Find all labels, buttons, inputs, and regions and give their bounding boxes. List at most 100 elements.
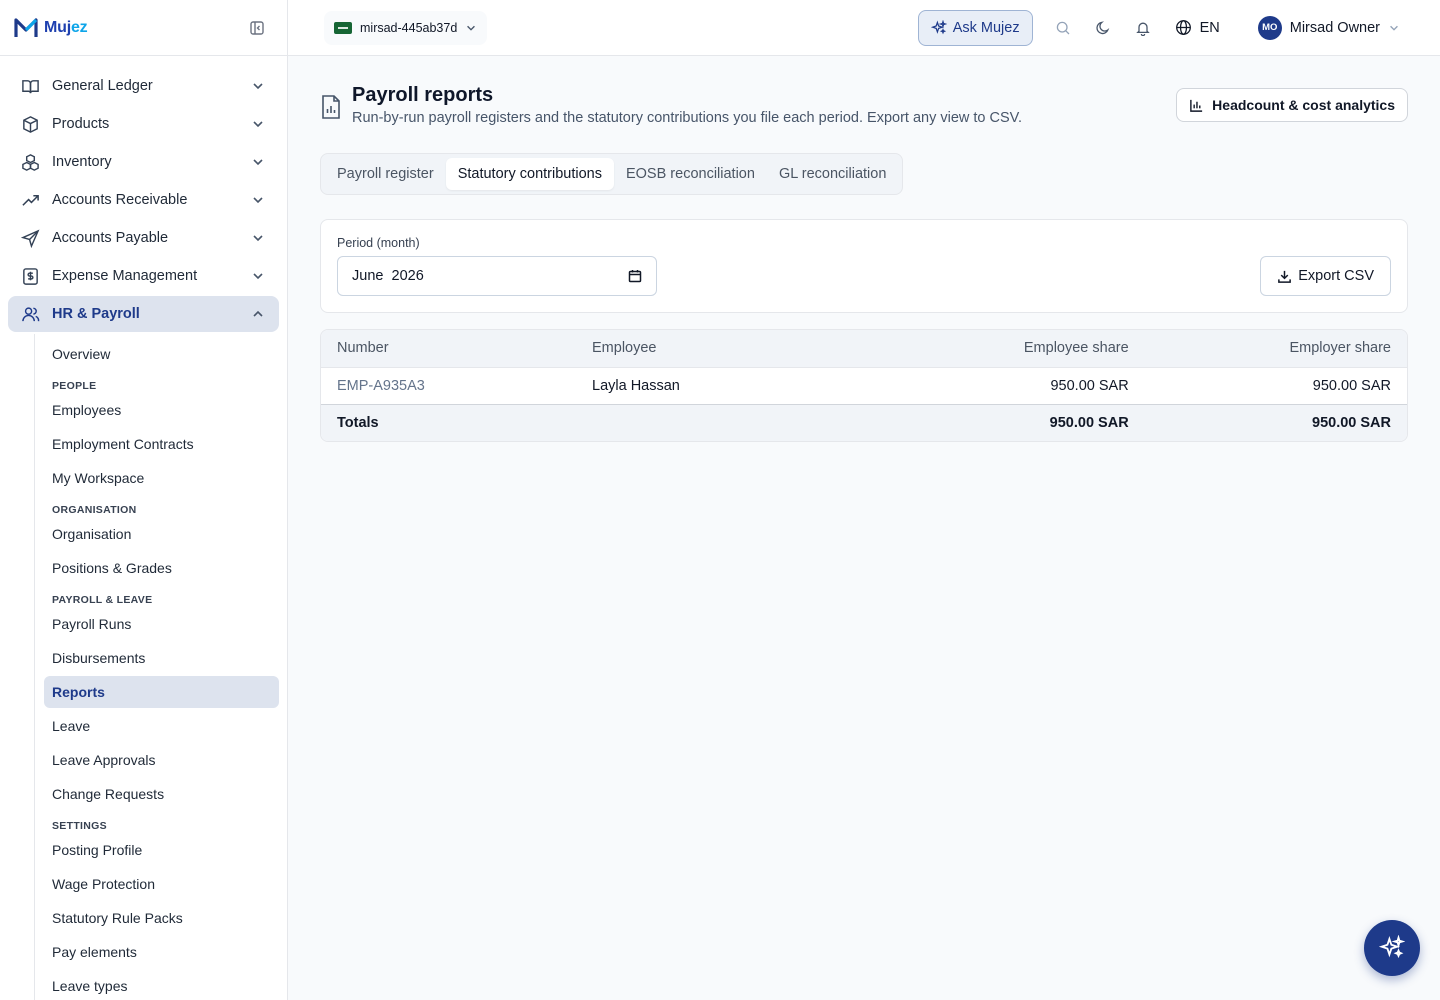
nav-label: Products [52, 116, 110, 132]
sub-item-disbursements[interactable]: Disbursements [44, 642, 279, 674]
main-nav: General Ledger Products Inventory Accoun… [0, 56, 287, 1000]
sub-item-my-workspace[interactable]: My Workspace [44, 462, 279, 494]
tab-eosb-reconciliation[interactable]: EOSB reconciliation [614, 158, 767, 190]
ask-mujez-label: Ask Mujez [952, 19, 1020, 36]
period-label: Period (month) [337, 236, 420, 250]
page-subtitle: Run-by-run payroll registers and the sta… [352, 110, 1023, 126]
period-value: June 2026 [352, 268, 424, 284]
cell-employer-share: 950.00 SAR [1312, 377, 1391, 394]
sub-item-reports[interactable]: Reports [44, 676, 279, 708]
ask-mujez-button[interactable]: Ask Mujez [917, 9, 1033, 46]
sub-item-positions-grades[interactable]: Positions & Grades [44, 552, 279, 584]
nav-item-hr-payroll[interactable]: HR & Payroll [8, 296, 279, 332]
nav-item-expense-management[interactable]: Expense Management [8, 258, 279, 294]
column-header-employee[interactable]: Employee [576, 330, 876, 368]
totals-label: Totals [321, 403, 576, 441]
avatar: MO [1257, 15, 1282, 40]
chevron-up-icon [253, 310, 263, 317]
headcount-analytics-button[interactable]: Headcount & cost analytics [1176, 88, 1408, 122]
sub-item-statutory-rule-packs[interactable]: Statutory Rule Packs [44, 902, 279, 934]
top-bar: mirsad-445ab37d Ask Mujez EN MO Mirsad O… [288, 0, 1440, 56]
column-header-employer-share[interactable]: Employer share [1144, 330, 1407, 368]
page-heading-text: Payroll reports Run-by-run payroll regis… [352, 82, 1022, 126]
boxes-icon [20, 152, 40, 172]
user-menu[interactable]: MO Mirsad Owner [1257, 15, 1400, 40]
nav-label: Inventory [52, 154, 112, 170]
nav-label: Expense Management [52, 268, 198, 284]
users-icon [20, 304, 40, 324]
sidebar-collapse-icon[interactable] [247, 18, 267, 38]
sparkles-icon [930, 19, 947, 34]
nav-item-accounts-payable[interactable]: Accounts Payable [8, 220, 279, 256]
analytics-label: Headcount & cost analytics [1212, 97, 1395, 113]
chevron-down-icon [253, 197, 263, 204]
table-row[interactable]: EMP-A935A3 Layla Hassan 950.00 SAR 950.0… [321, 367, 1407, 404]
nav-item-products[interactable]: Products [8, 106, 279, 142]
nav-item-accounts-receivable[interactable]: Accounts Receivable [8, 182, 279, 218]
table-header-row: Number Employee Employee share Employer … [321, 330, 1407, 368]
section-header-payroll-leave: PAYROLL & LEAVE [52, 594, 153, 606]
totals-empty-cell [576, 403, 876, 441]
export-label: Export CSV [1298, 268, 1374, 284]
sub-item-employment-contracts[interactable]: Employment Contracts [44, 428, 279, 460]
tab-gl-reconciliation[interactable]: GL reconciliation [767, 158, 898, 190]
sub-item-leave-types[interactable]: Leave types [44, 970, 279, 1000]
hr-payroll-submenu: Overview PEOPLE Employees Employment Con… [34, 334, 279, 1000]
saudi-flag-icon [334, 21, 352, 34]
calendar-icon[interactable] [628, 269, 642, 283]
sub-item-wage-protection[interactable]: Wage Protection [44, 868, 279, 900]
cell-employee: Layla Hassan [592, 377, 680, 394]
nav-item-general-ledger[interactable]: General Ledger [8, 68, 279, 104]
section-header-settings: SETTINGS [52, 820, 107, 832]
chevron-down-icon [253, 121, 263, 128]
totals-row: Totals 950.00 SAR 950.00 SAR [321, 403, 1407, 441]
tenant-switcher[interactable]: mirsad-445ab37d [324, 10, 488, 45]
mujez-logo-icon [14, 17, 38, 37]
tab-payroll-register[interactable]: Payroll register [325, 158, 446, 190]
sidebar: Mujez General Ledger Products Inventory … [0, 0, 288, 1000]
brand-bar: Mujez [0, 0, 287, 56]
sub-item-pay-elements[interactable]: Pay elements [44, 936, 279, 968]
box-icon [20, 114, 40, 134]
sub-item-organisation[interactable]: Organisation [44, 518, 279, 550]
sub-item-payroll-runs[interactable]: Payroll Runs [44, 608, 279, 640]
section-header-organisation: ORGANISATION [52, 504, 137, 516]
section-header-people: PEOPLE [52, 380, 97, 392]
chevron-down-icon [253, 235, 263, 242]
tenant-name: mirsad-445ab37d [360, 20, 458, 35]
sub-item-overview[interactable]: Overview [44, 338, 279, 370]
column-header-number[interactable]: Number [321, 330, 576, 368]
bar-chart-icon [1190, 99, 1203, 112]
column-header-employee-share[interactable]: Employee share [876, 330, 1145, 368]
page-header: Payroll reports Run-by-run payroll regis… [320, 82, 1408, 126]
sub-item-change-requests[interactable]: Change Requests [44, 778, 279, 810]
sub-item-employees[interactable]: Employees [44, 394, 279, 426]
contributions-table: Number Employee Employee share Employer … [321, 330, 1407, 441]
page-title: Payroll reports [352, 84, 494, 106]
nav-label: Accounts Receivable [52, 192, 188, 208]
moon-icon[interactable] [1093, 18, 1113, 38]
brand-name: Mujez [44, 18, 88, 36]
sub-item-leave[interactable]: Leave [44, 710, 279, 742]
sub-item-posting-profile[interactable]: Posting Profile [44, 834, 279, 866]
bell-icon[interactable] [1133, 18, 1153, 38]
export-csv-button[interactable]: Export CSV [1260, 256, 1391, 296]
top-right-controls: Ask Mujez EN MO Mirsad Owner [917, 9, 1400, 46]
period-month-input[interactable]: June 2026 [337, 256, 657, 296]
report-tabs: Payroll register Statutory contributions… [320, 153, 904, 195]
nav-label: General Ledger [52, 78, 153, 94]
trending-up-icon [20, 190, 40, 210]
logo[interactable]: Mujez [14, 17, 88, 39]
nav-label: HR & Payroll [52, 306, 140, 322]
filter-card: Period (month) June 2026 Export CSV [320, 219, 1408, 313]
cell-number[interactable]: EMP-A935A3 [321, 367, 576, 404]
send-icon [20, 228, 40, 248]
language-switcher[interactable]: EN [1175, 19, 1220, 36]
nav-item-inventory[interactable]: Inventory [8, 144, 279, 180]
tab-statutory-contributions[interactable]: Statutory contributions [445, 158, 614, 190]
sub-item-leave-approvals[interactable]: Leave Approvals [44, 744, 279, 776]
file-chart-icon [322, 95, 340, 119]
chevron-down-icon [253, 159, 263, 166]
search-icon[interactable] [1053, 18, 1073, 38]
ai-assistant-fab[interactable] [1364, 920, 1420, 976]
